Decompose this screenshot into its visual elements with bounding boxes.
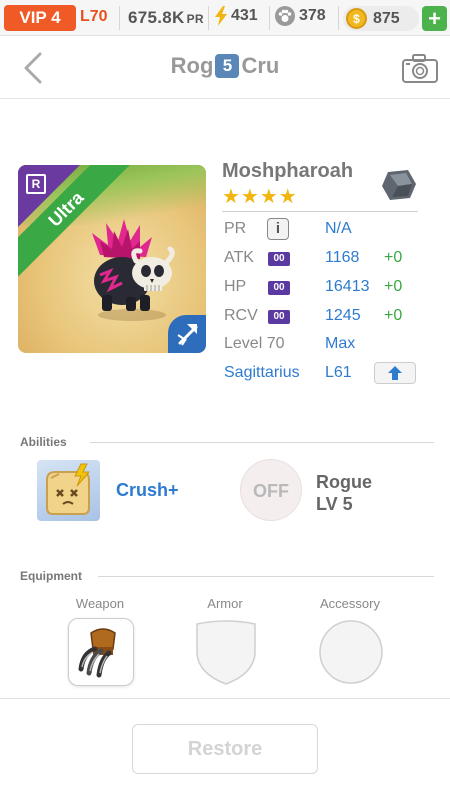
camera-icon[interactable] — [401, 52, 439, 84]
equipment-heading: Equipment — [20, 569, 82, 583]
plus-eggs-badge: 00 — [268, 281, 290, 295]
armor-label: Armor — [207, 596, 243, 611]
stat-label: ATK — [224, 249, 254, 266]
stat-value: 1245 — [325, 307, 361, 324]
player-pr-value: 675.8K — [128, 8, 185, 27]
monster-portrait[interactable]: Ultra R — [18, 165, 206, 353]
class-name: Rogue — [316, 472, 372, 492]
stat-label: Level 70 — [224, 335, 285, 352]
page-title: Rog 5 Cru — [0, 53, 450, 79]
stat-bonus: +0 — [384, 249, 403, 266]
stat-row-rcv: RCV 00 1245 +0 — [224, 305, 424, 329]
arrow-up-icon — [388, 366, 402, 380]
monster-name: Moshpharoah — [222, 160, 354, 182]
rarity-badge: R — [26, 174, 46, 194]
plus-eggs-badge: 00 — [268, 310, 290, 324]
status-bar: VIP 4 L70 675.8K PR 431 378 $ 875 + — [0, 0, 450, 36]
star-rating: ★★★★ — [222, 186, 298, 208]
footer: Restore — [0, 698, 450, 800]
weapon-slot[interactable] — [68, 618, 134, 686]
class-ability-off[interactable]: OFF — [240, 459, 302, 521]
coins-value: 875 — [373, 9, 400, 27]
energy-counter[interactable]: 431 — [214, 6, 258, 26]
vip-badge[interactable]: VIP 4 — [4, 5, 76, 31]
shield-icon — [196, 620, 256, 685]
energy-value: 431 — [231, 7, 258, 24]
team-name-right: Cru — [241, 53, 280, 78]
equipment-divider — [98, 576, 434, 577]
stat-label: PR — [224, 220, 247, 237]
paws-counter[interactable]: 378 — [275, 6, 326, 26]
status-divider — [269, 6, 270, 30]
abilities-heading: Abilities — [20, 435, 67, 449]
claw-weapon-icon — [78, 628, 116, 678]
restore-button[interactable]: Restore — [132, 724, 318, 774]
weapon-label: Weapon — [75, 596, 125, 611]
zodiac-sign[interactable]: Sagittarius — [224, 364, 300, 382]
sagittarius-arrow-icon — [177, 324, 198, 346]
upgrade-button[interactable] — [374, 362, 416, 384]
stat-value: 16413 — [325, 278, 370, 295]
add-coins-button[interactable]: + — [422, 6, 447, 31]
class-info: Rogue LV 5 — [316, 471, 372, 515]
crush-icon — [46, 463, 91, 515]
stat-row-hp: HP 00 16413 +0 — [224, 276, 424, 300]
name-divider — [222, 211, 418, 212]
evolution-stone-icon[interactable] — [380, 168, 418, 202]
stat-row-pr: PR i N/A — [224, 218, 424, 242]
player-pr: 675.8K PR — [128, 8, 204, 28]
team-number-badge: 5 — [215, 54, 240, 78]
zodiac-level: L61 — [325, 364, 352, 381]
monster-image — [92, 219, 175, 321]
team-name-left: Rog — [170, 53, 214, 78]
stat-label: HP — [224, 278, 247, 295]
stat-value: Max — [325, 335, 356, 352]
stat-label: RCV — [224, 307, 258, 324]
lightning-icon — [215, 6, 227, 26]
player-level: L70 — [80, 8, 108, 25]
abilities-divider — [90, 442, 434, 443]
coins-counter[interactable]: $ 875 — [343, 6, 419, 31]
paws-value: 378 — [299, 7, 326, 24]
stat-bonus: +0 — [384, 307, 403, 324]
accessory-label: Accessory — [320, 596, 380, 611]
accessory-slot[interactable] — [318, 618, 384, 686]
ability-name[interactable]: Crush+ — [116, 480, 179, 501]
ability-icon[interactable] — [37, 460, 100, 521]
paw-icon — [275, 6, 295, 26]
ring-slot-icon — [319, 620, 383, 684]
player-pr-unit: PR — [186, 12, 204, 26]
stat-value: N/A — [325, 220, 352, 237]
stat-value: 1168 — [325, 249, 360, 266]
stat-row-sign: Sagittarius L61 — [224, 362, 424, 386]
stat-bonus: +0 — [384, 278, 403, 295]
armor-slot[interactable] — [193, 618, 259, 686]
status-divider — [338, 6, 339, 30]
status-divider — [119, 6, 120, 30]
info-icon[interactable]: i — [267, 218, 289, 240]
coin-icon: $ — [346, 8, 367, 29]
stat-row-atk: ATK 00 1168 +0 — [224, 247, 424, 271]
plus-eggs-badge: 00 — [268, 252, 290, 266]
element-badge — [168, 315, 206, 353]
stat-row-level: Level 70 Max — [224, 333, 424, 357]
header: Rog 5 Cru — [0, 37, 450, 99]
status-divider — [208, 6, 209, 30]
class-level: LV 5 — [316, 494, 353, 514]
